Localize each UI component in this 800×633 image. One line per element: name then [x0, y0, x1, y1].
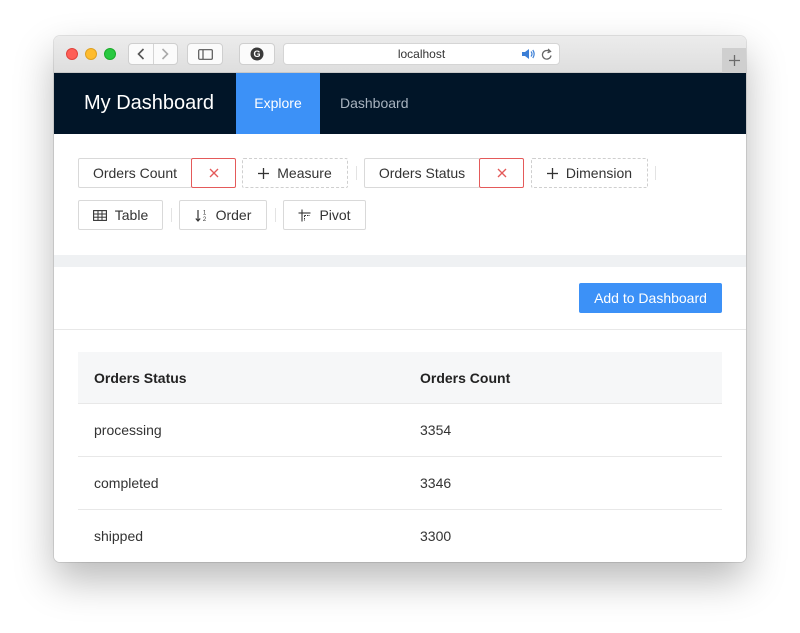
back-icon — [137, 48, 145, 60]
app-header: My Dashboard Explore Dashboard — [54, 73, 746, 134]
results-table: Orders Status Orders Count processing 33… — [78, 352, 722, 562]
add-measure-label: Measure — [277, 165, 332, 181]
dimension-chip-label: Orders Status — [378, 165, 466, 181]
table-cell: completed — [94, 475, 159, 491]
forward-icon — [162, 48, 170, 60]
nav-tab-dashboard[interactable]: Dashboard — [340, 73, 409, 134]
browser-window: G localhost My Dashboard Explore Dashboa… — [54, 36, 746, 562]
divider — [356, 166, 357, 180]
table-row: shipped 3300 — [78, 510, 722, 562]
section-gap — [54, 255, 746, 267]
table-cell: 3300 — [420, 528, 452, 544]
order-label: Order — [215, 207, 252, 223]
add-dimension-button[interactable]: Dimension — [531, 158, 648, 188]
table-row: processing 3354 — [78, 404, 722, 457]
forward-button[interactable] — [152, 44, 177, 64]
table-cell: 3346 — [420, 475, 452, 491]
svg-text:1: 1 — [202, 210, 206, 216]
pivot-button[interactable]: Pivot — [283, 200, 366, 230]
plus-icon — [546, 167, 558, 179]
results-panel: Add to Dashboard Orders Status Orders Co… — [54, 267, 746, 562]
speaker-icon[interactable] — [521, 48, 536, 60]
measure-chip-label: Orders Count — [92, 165, 178, 181]
sort-icon: 12 — [194, 209, 208, 222]
measure-chip[interactable]: Orders Count — [78, 158, 192, 188]
browser-titlebar: G localhost — [54, 36, 746, 73]
table-view-label: Table — [114, 207, 149, 223]
sidebar-button[interactable] — [187, 43, 223, 65]
table-header: Orders Status Orders Count — [78, 352, 722, 404]
grammarly-icon: G — [250, 47, 264, 61]
grammarly-extension-button[interactable]: G — [239, 43, 275, 65]
pivot-label: Pivot — [319, 207, 351, 223]
add-measure-button[interactable]: Measure — [242, 158, 348, 188]
svg-text:2: 2 — [202, 217, 206, 222]
nav-tab-explore[interactable]: Explore — [236, 73, 320, 134]
address-bar[interactable]: localhost — [283, 43, 560, 65]
table-cell: processing — [94, 422, 162, 438]
query-builder: Orders Count Measure Orders Status Dimen… — [54, 134, 746, 255]
history-nav — [128, 43, 178, 65]
pivot-icon — [298, 209, 311, 222]
new-tab-button[interactable] — [722, 48, 746, 73]
close-icon — [209, 168, 218, 178]
plus-icon — [728, 55, 740, 66]
table-cell: 3354 — [420, 422, 452, 438]
minimize-window-button[interactable] — [85, 48, 97, 60]
sidebar-icon — [197, 48, 213, 60]
address-text: localhost — [397, 47, 446, 61]
svg-text:G: G — [253, 49, 260, 59]
close-icon — [497, 168, 506, 178]
column-header-orders-status[interactable]: Orders Status — [94, 370, 187, 386]
divider — [655, 166, 656, 180]
table-cell: shipped — [94, 528, 144, 544]
divider — [171, 208, 172, 222]
table-icon — [92, 209, 107, 221]
add-to-dashboard-button[interactable]: Add to Dashboard — [579, 283, 722, 313]
dimension-chip[interactable]: Orders Status — [364, 158, 480, 188]
table-row: completed 3346 — [78, 457, 722, 510]
zoom-window-button[interactable] — [104, 48, 116, 60]
plus-icon — [258, 167, 270, 179]
add-dimension-label: Dimension — [565, 165, 633, 181]
column-header-orders-count[interactable]: Orders Count — [420, 370, 510, 386]
close-window-button[interactable] — [66, 48, 78, 60]
divider — [54, 329, 746, 330]
app-title: My Dashboard — [84, 92, 215, 114]
remove-measure-button[interactable] — [191, 158, 236, 188]
order-button[interactable]: 12 Order — [179, 200, 267, 230]
back-button[interactable] — [129, 44, 153, 64]
reload-icon[interactable] — [541, 48, 553, 61]
remove-dimension-button[interactable] — [479, 158, 524, 188]
table-view-button[interactable]: Table — [78, 200, 163, 230]
divider — [275, 208, 276, 222]
